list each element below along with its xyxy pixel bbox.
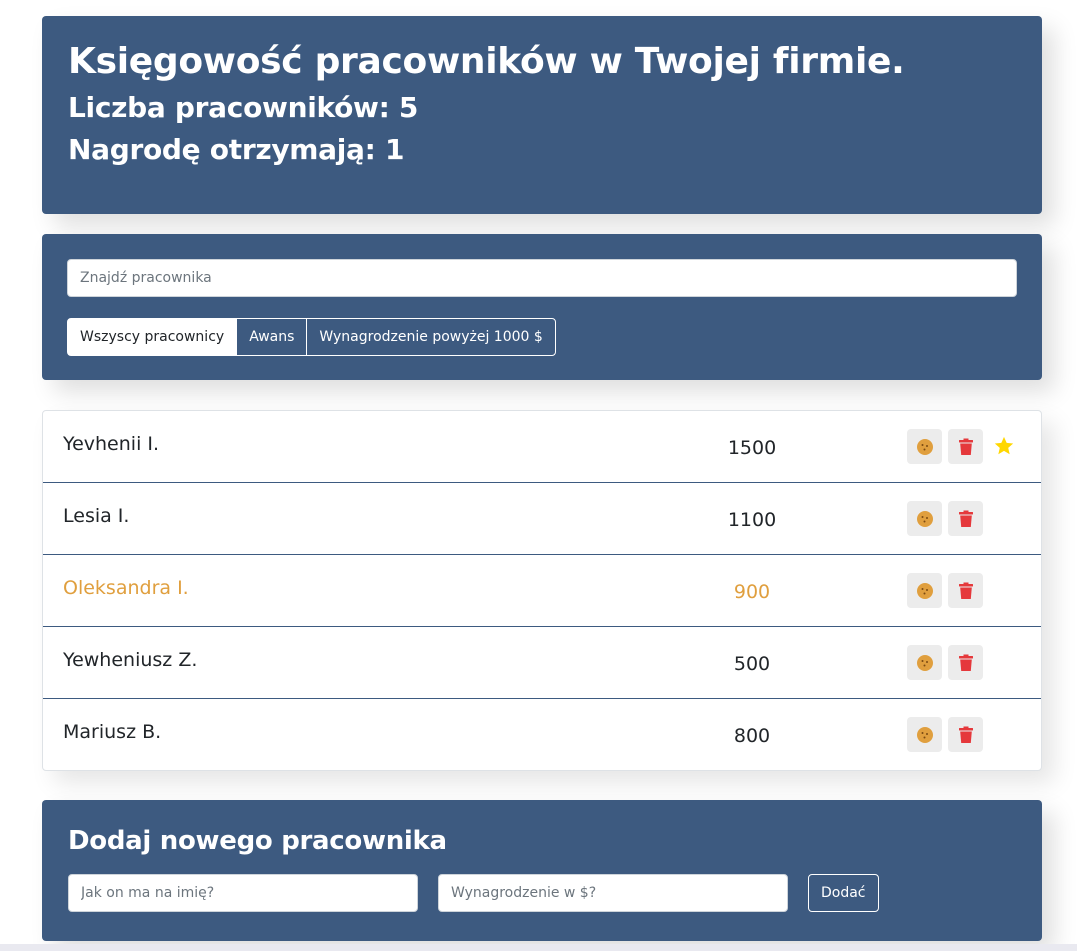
trash-icon (958, 654, 973, 671)
employee-name[interactable]: Mariusz B. (63, 721, 161, 743)
cookie-icon (916, 726, 933, 743)
delete-button[interactable] (948, 717, 983, 752)
award-count: Nagrodę otrzymają: 1 (68, 132, 405, 166)
cookie-icon (916, 438, 933, 455)
filter-salary-button[interactable]: Wynagrodzenie powyżej 1000 $ (306, 318, 556, 356)
increase-button[interactable] (907, 429, 942, 464)
add-form-title: Dodaj nowego pracownika (68, 826, 447, 856)
increase-button[interactable] (907, 501, 942, 536)
employee-salary[interactable]: 500 (693, 653, 811, 675)
delete-button[interactable] (948, 573, 983, 608)
employee-count: Liczba pracowników: 5 (68, 91, 419, 125)
cookie-icon (916, 582, 933, 599)
list-item: Mariusz B. 800 (43, 699, 1041, 770)
employee-name[interactable]: Oleksandra I. (63, 577, 189, 599)
list-item: Lesia I. 1100 (43, 483, 1041, 555)
increase-button[interactable] (907, 573, 942, 608)
star-icon (994, 436, 1014, 455)
filter-rise-button[interactable]: Awans (236, 318, 308, 356)
employee-salary[interactable]: 1500 (693, 437, 811, 459)
salary-input[interactable] (438, 874, 788, 912)
trash-icon (958, 510, 973, 527)
employee-name[interactable]: Lesia I. (63, 505, 129, 527)
employee-salary[interactable]: 900 (693, 581, 811, 603)
employee-salary[interactable]: 800 (693, 725, 811, 747)
delete-button[interactable] (948, 645, 983, 680)
employee-salary[interactable]: 1100 (693, 509, 811, 531)
list-item: Oleksandra I. 900 (43, 555, 1041, 627)
search-panel: Wszyscy pracownicy Awans Wynagrodzenie p… (42, 234, 1042, 380)
trash-icon (958, 438, 973, 455)
cookie-icon (916, 510, 933, 527)
list-item: Yevhenii I. 1500 (43, 411, 1041, 483)
trash-icon (958, 726, 973, 743)
cookie-icon (916, 654, 933, 671)
increase-button[interactable] (907, 717, 942, 752)
add-employee-button[interactable]: Dodać (808, 874, 879, 912)
bottom-edge (0, 944, 1077, 951)
employee-name[interactable]: Yevhenii I. (63, 433, 159, 455)
filter-all-button[interactable]: Wszyscy pracownicy (67, 318, 238, 356)
app-info-panel: Księgowość pracowników w Twojej firmie. … (42, 16, 1042, 214)
employee-name[interactable]: Yewheniusz Z. (63, 649, 197, 671)
delete-button[interactable] (948, 501, 983, 536)
name-input[interactable] (68, 874, 418, 912)
filter-button-group: Wszyscy pracownicy Awans Wynagrodzenie p… (67, 318, 1017, 356)
page-title: Księgowość pracowników w Twojej firmie. (68, 41, 905, 82)
add-employee-form: Dodać (68, 874, 1016, 912)
delete-button[interactable] (948, 429, 983, 464)
search-input[interactable] (67, 259, 1017, 297)
add-employee-panel: Dodaj nowego pracownika Dodać (42, 800, 1042, 941)
trash-icon (958, 582, 973, 599)
list-item: Yewheniusz Z. 500 (43, 627, 1041, 699)
increase-button[interactable] (907, 645, 942, 680)
employee-list: Yevhenii I. 1500 Lesia I. 1100 Oleksandr… (42, 410, 1042, 771)
